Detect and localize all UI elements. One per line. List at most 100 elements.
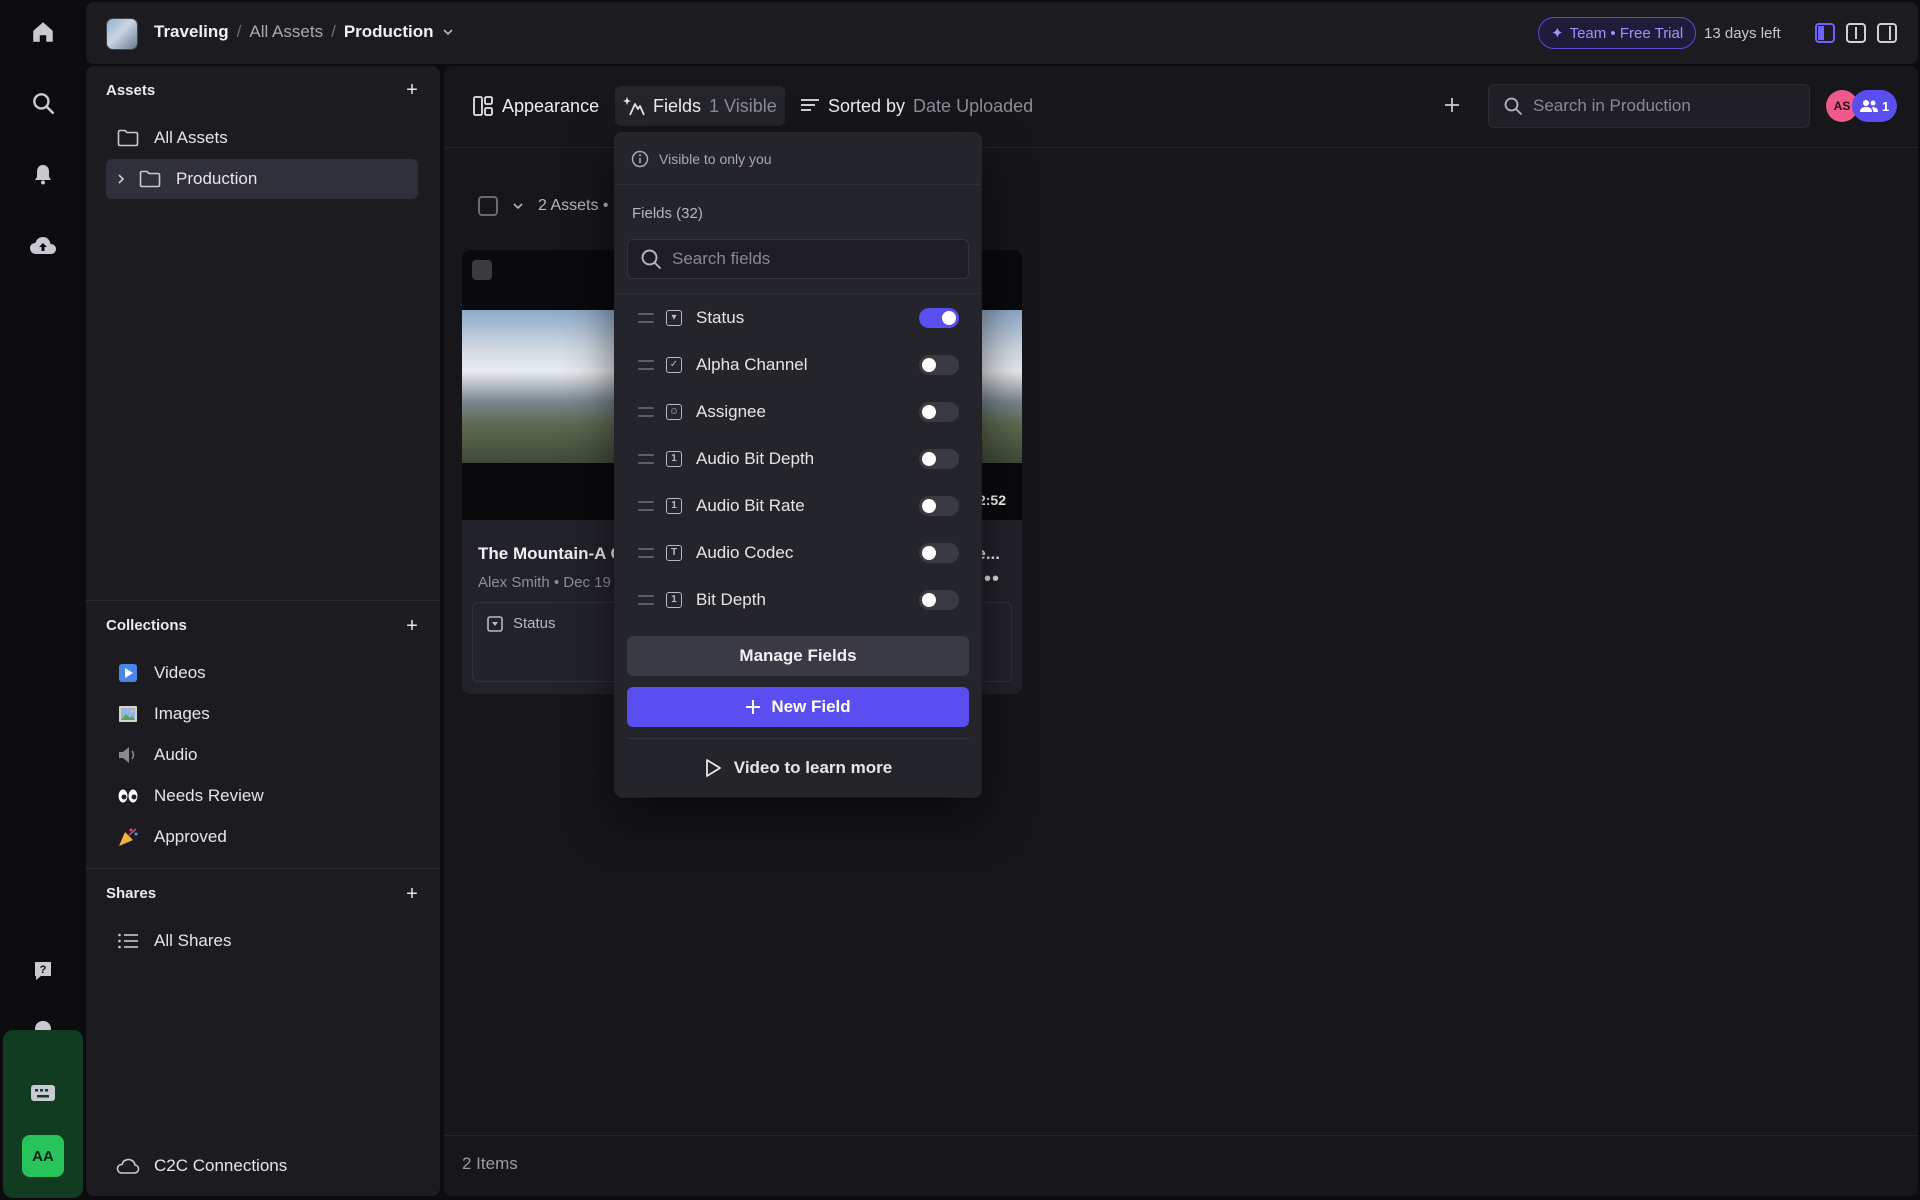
sidebar-item-all-assets[interactable]: All Assets (106, 118, 418, 158)
folder-icon (116, 126, 140, 150)
field-visibility-toggle[interactable] (919, 401, 959, 422)
sidebar-item-label: All Shares (154, 931, 232, 950)
drag-handle-icon[interactable] (638, 500, 654, 511)
collaborators-count-badge[interactable]: 1 (1852, 90, 1898, 122)
layout-grid-icon (472, 95, 494, 117)
collaborators[interactable]: AS 1 (1826, 90, 1898, 122)
breadcrumb: Traveling / All Assets / Production (154, 22, 454, 42)
play-button-emoji-icon (116, 661, 140, 685)
field-label: Assignee (696, 401, 766, 421)
party-popper-emoji-icon (116, 825, 140, 849)
breadcrumb-parent[interactable]: All Assets (249, 22, 323, 42)
fields-button[interactable]: Fields 1 Visible (615, 86, 785, 126)
drag-handle-icon[interactable] (638, 453, 654, 464)
sidebar-item-label: Videos (154, 663, 206, 682)
sidebar-item-audio[interactable]: Audio (106, 735, 418, 775)
breadcrumb-current[interactable]: Production (344, 22, 434, 42)
panel-divider (627, 738, 969, 739)
add-icon[interactable] (1442, 95, 1462, 115)
number-icon: 1 (666, 450, 682, 467)
status-field-label: Status (487, 615, 556, 632)
field-visibility-toggle[interactable] (919, 495, 959, 516)
sidebar-item-label: Audio (154, 745, 198, 764)
add-asset-icon[interactable]: + (402, 79, 422, 101)
sidebar-item-approved[interactable]: Approved (106, 817, 418, 857)
sidebar-item-images[interactable]: Images (106, 694, 418, 734)
keyboard-icon[interactable] (23, 1073, 63, 1113)
field-visibility-toggle[interactable] (919, 589, 959, 610)
fields-icon (623, 95, 645, 117)
sidebar-item-label: C2C Connections (154, 1156, 288, 1175)
trial-days-left: 13 days left (1704, 25, 1781, 42)
drag-handle-icon[interactable] (638, 359, 654, 370)
cloud-icon (116, 1154, 140, 1178)
sidebar-item-c2c-connections[interactable]: C2C Connections (106, 1146, 418, 1186)
sidebar-item-all-shares[interactable]: All Shares (106, 921, 418, 961)
project-thumbnail[interactable] (106, 18, 138, 50)
select-all-checkbox[interactable] (478, 196, 498, 216)
manage-fields-button[interactable]: Manage Fields (627, 636, 969, 676)
fields-visible-count: 1 Visible (709, 95, 777, 116)
field-visibility-toggle[interactable] (919, 307, 959, 328)
fields-label: Fields (653, 95, 702, 116)
home-icon[interactable] (23, 12, 63, 52)
sidebar-item-label: Approved (154, 827, 227, 846)
field-visibility-toggle[interactable] (919, 354, 959, 375)
layout-split-icon[interactable] (1845, 22, 1867, 44)
drag-handle-icon[interactable] (638, 547, 654, 558)
sidebar-divider (86, 600, 440, 601)
card-select-checkbox[interactable] (472, 260, 492, 280)
sort-value: Date Uploaded (913, 95, 1034, 116)
number-icon: 1 (666, 591, 682, 608)
new-field-button[interactable]: New Field (627, 687, 969, 727)
upload-cloud-icon[interactable] (23, 226, 63, 266)
appearance-button[interactable]: Appearance (464, 86, 607, 126)
top-bar: Traveling / All Assets / Production ✦ Te… (86, 2, 1918, 64)
assets-section-title: Assets (106, 82, 156, 99)
field-row-status[interactable]: ▾ Status (615, 294, 981, 341)
drag-handle-icon[interactable] (638, 312, 654, 323)
chevron-right-icon[interactable] (116, 173, 126, 185)
field-label: Alpha Channel (696, 354, 808, 374)
drag-handle-icon[interactable] (638, 594, 654, 605)
video-duration: 2:52 (977, 492, 1006, 508)
appearance-label: Appearance (502, 95, 600, 116)
field-visibility-toggle[interactable] (919, 542, 959, 563)
breadcrumb-workspace[interactable]: Traveling (154, 22, 229, 42)
sidebar-item-videos[interactable]: Videos (106, 653, 418, 693)
field-visibility-toggle[interactable] (919, 448, 959, 469)
sidebar-item-production[interactable]: Production (106, 159, 418, 199)
bell-icon[interactable] (23, 154, 63, 194)
chevron-down-icon[interactable] (512, 200, 524, 212)
field-row-alpha-channel[interactable]: ✓ Alpha Channel (615, 341, 981, 388)
trial-badge[interactable]: ✦ Team • Free Trial (1538, 17, 1697, 49)
add-share-icon[interactable]: + (402, 883, 422, 905)
text-icon: T (666, 544, 682, 561)
search-fields-input[interactable]: Search fields (627, 239, 969, 279)
video-learn-more-link[interactable]: Video to learn more (615, 753, 981, 783)
breadcrumb-separator: / (236, 22, 242, 41)
add-collection-icon[interactable]: + (402, 615, 422, 637)
field-row-audio-codec[interactable]: T Audio Codec (615, 529, 981, 576)
sort-button[interactable]: Sorted by Date Uploaded (792, 86, 1041, 126)
search-input[interactable]: Search in Production (1488, 84, 1810, 128)
field-row-assignee[interactable]: ☺ Assignee (615, 388, 981, 435)
user-avatar[interactable]: AA (22, 1135, 64, 1177)
app-rail: ? AA (0, 0, 86, 1200)
visibility-note-text: Visible to only you (659, 150, 772, 167)
help-icon[interactable]: ? (23, 951, 63, 991)
field-row-audio-bit-depth[interactable]: 1 Audio Bit Depth (615, 435, 981, 482)
field-row-bit-depth[interactable]: 1 Bit Depth (615, 576, 981, 623)
search-icon[interactable] (23, 83, 63, 123)
play-icon (704, 758, 722, 778)
sidebar-divider (86, 868, 440, 869)
asset-title[interactable]: The Mountain-A C (478, 544, 623, 564)
drag-handle-icon[interactable] (638, 406, 654, 417)
layout-left-panel-icon[interactable] (1814, 22, 1836, 44)
field-row-audio-bit-rate[interactable]: 1 Audio Bit Rate (615, 482, 981, 529)
layout-right-panel-icon[interactable] (1876, 22, 1898, 44)
chevron-down-icon[interactable] (442, 26, 454, 38)
sidebar-item-needs-review[interactable]: Needs Review (106, 776, 418, 816)
search-fields-placeholder: Search fields (672, 249, 771, 268)
items-count: 2 Items (462, 1154, 518, 1173)
